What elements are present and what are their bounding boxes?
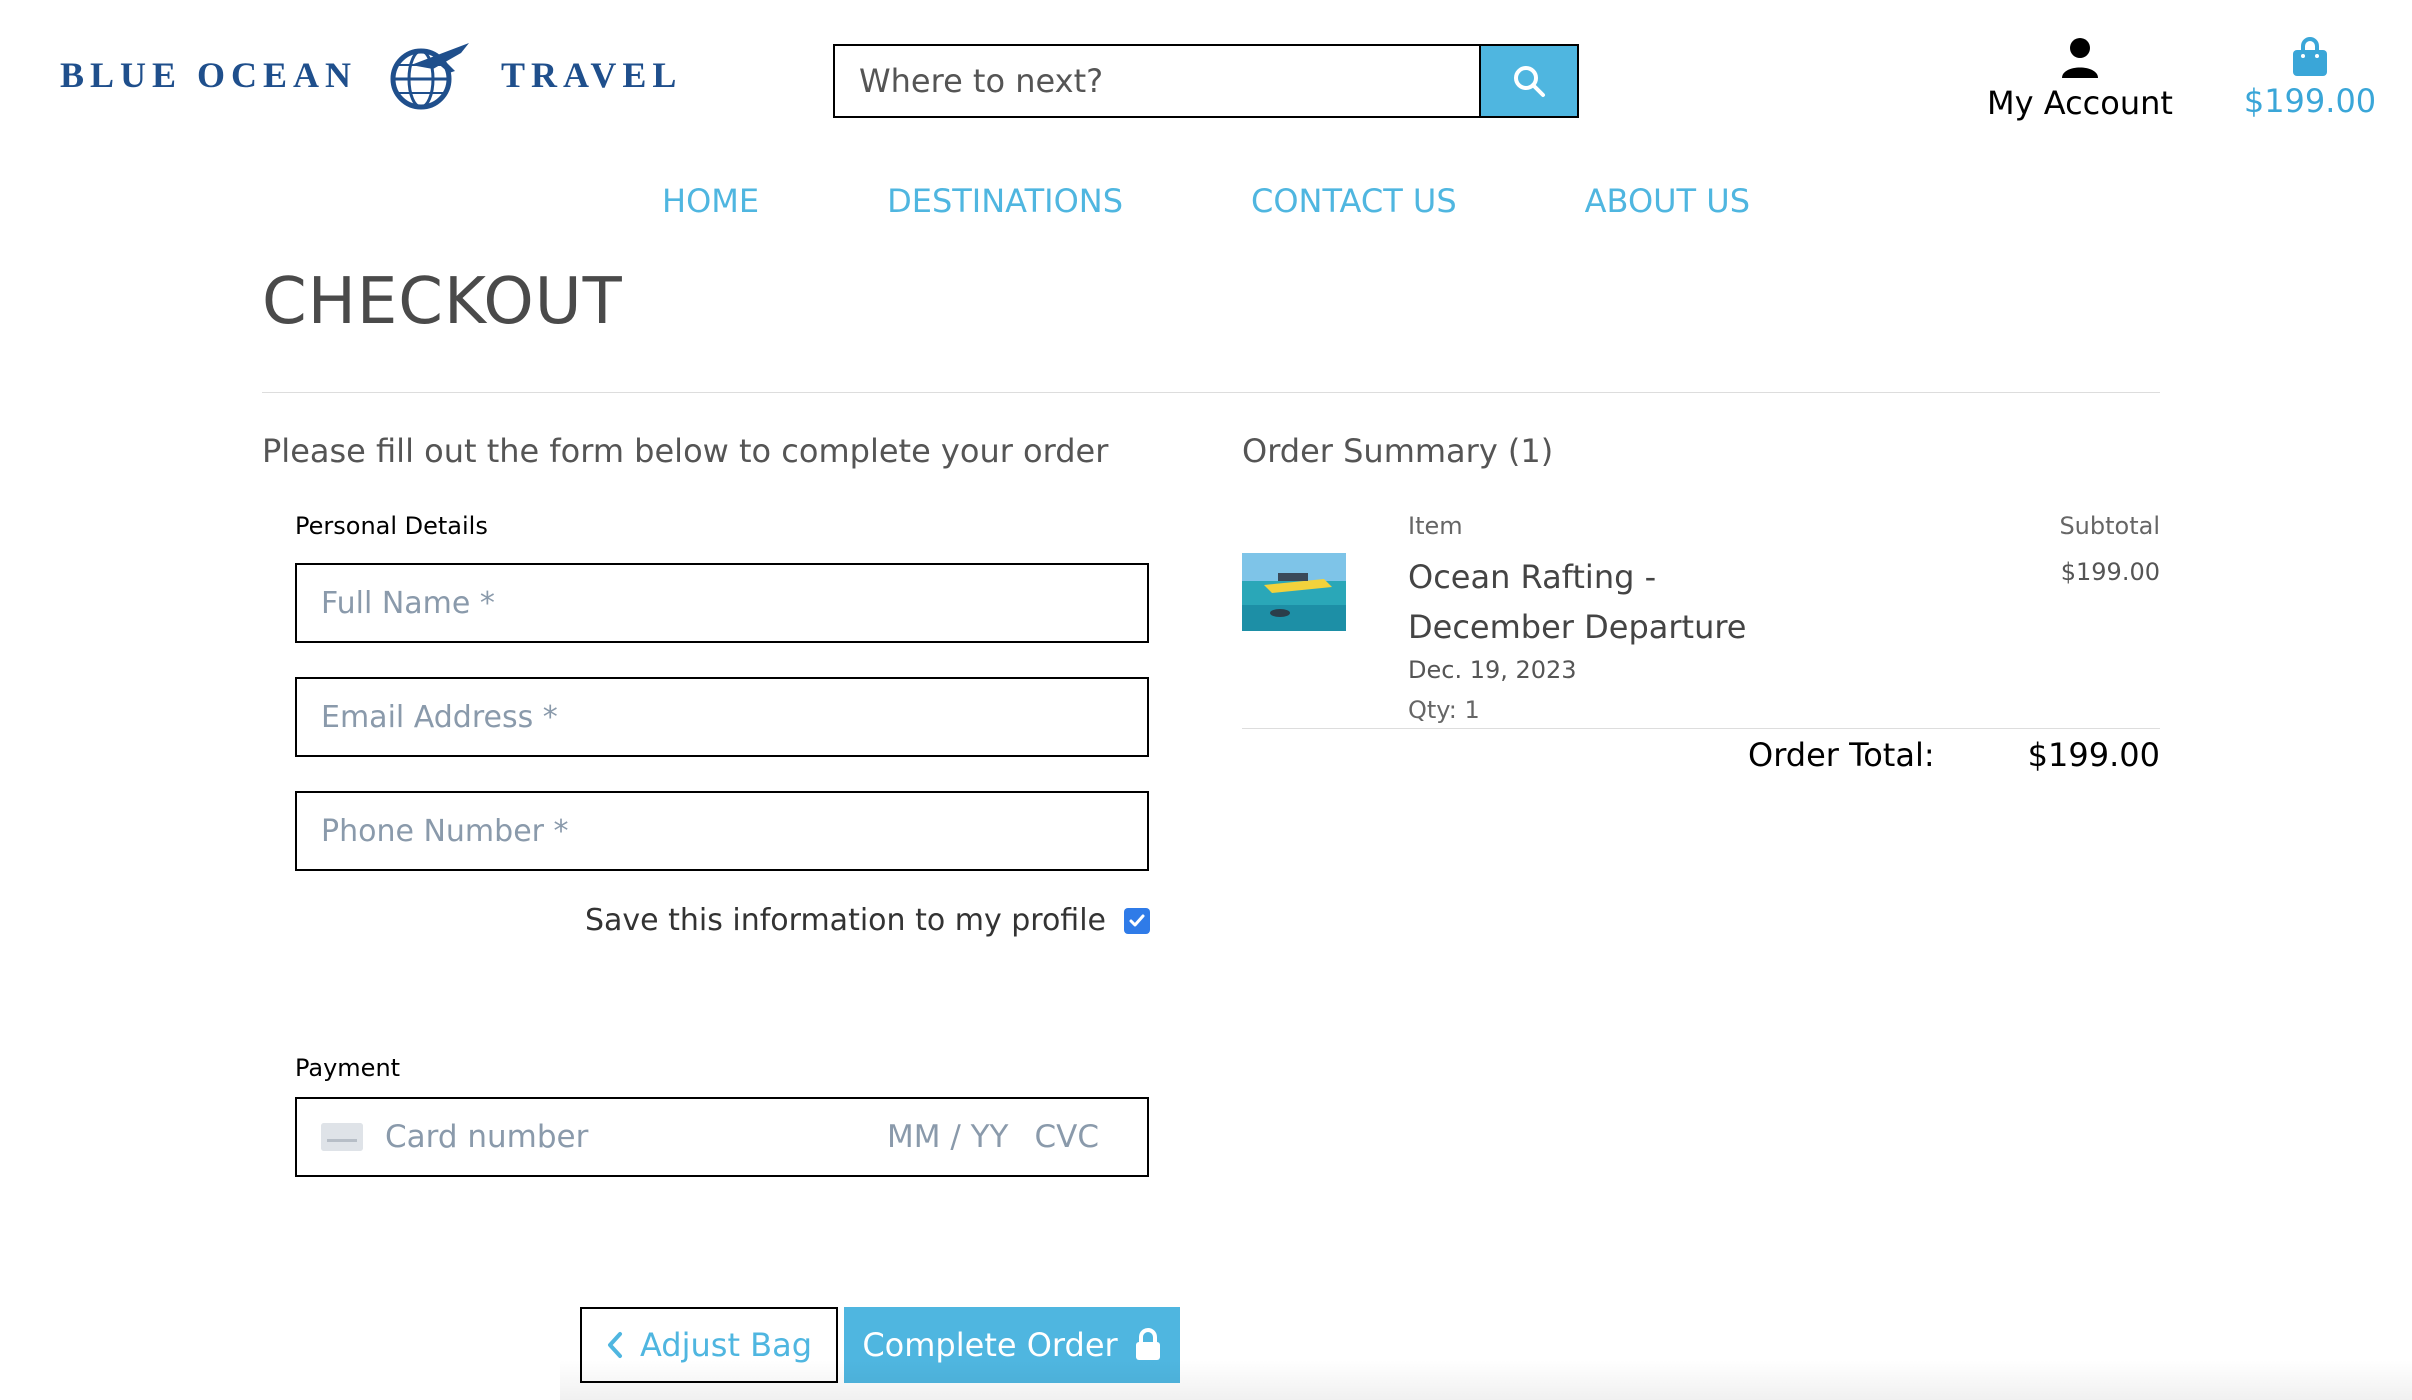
phone-field [295,791,1149,871]
card-cvc-placeholder[interactable]: CVC [1035,1119,1100,1155]
item-quantity: Qty: 1 [1408,696,1480,724]
my-account-link[interactable]: My Account [1980,36,2180,122]
email-input[interactable] [297,679,1147,755]
item-thumbnail [1242,553,1346,631]
bag-total: $199.00 [2243,82,2377,120]
order-total-label: Order Total: [1748,736,1935,774]
item-subtotal: $199.00 [2060,558,2160,586]
save-info-label: Save this information to my profile [584,903,1106,938]
summary-divider [1242,728,2160,729]
save-info-checkbox[interactable] [1124,907,1150,934]
brand-word-left: BLUE OCEAN [60,55,358,95]
item-date: Dec. 19, 2023 [1408,656,1577,684]
nav-destinations[interactable]: DESTINATIONS [887,182,1123,220]
item-name: Ocean Rafting - December Departure [1408,558,1747,646]
complete-order-label: Complete Order [862,1326,1118,1364]
card-input-field[interactable]: Card number MM / YY CVC [295,1097,1149,1177]
page-title: CHECKOUT [262,265,623,339]
footer-shadow [560,1360,2412,1400]
phone-input[interactable] [297,793,1147,869]
account-label: My Account [1987,84,2173,122]
nav-about-us[interactable]: ABOUT US [1585,182,1750,220]
user-icon [2062,38,2098,78]
nav-home[interactable]: HOME [662,182,759,220]
search-button[interactable] [1479,46,1577,116]
main-nav: HOME DESTINATIONS CONTACT US ABOUT US [0,182,2412,220]
shopping-bag-icon [2293,37,2327,76]
item-column-header: Item [1408,512,1463,540]
save-info-row: Save this information to my profile [560,903,1150,938]
title-divider [262,392,2160,393]
full-name-input[interactable] [297,565,1147,641]
globe-airplane-icon [390,43,470,110]
email-field [295,677,1149,757]
full-name-field [295,563,1149,643]
search-icon [1514,66,1545,97]
brand-logo[interactable]: BLUE OCEAN TRAVEL [60,30,682,120]
lock-icon [1135,1328,1160,1360]
card-number-placeholder[interactable]: Card number [385,1119,887,1155]
checkmark-icon [1129,914,1145,926]
brand-word-right: TRAVEL [501,55,683,95]
form-intro: Please fill out the form below to comple… [262,432,1109,470]
personal-details-label: Personal Details [295,512,488,540]
payment-label: Payment [295,1054,401,1082]
nav-contact-us[interactable]: CONTACT US [1251,182,1457,220]
shopping-bag-link[interactable]: $199.00 [2230,36,2390,120]
search-input[interactable] [835,46,1479,116]
order-total-value: $199.00 [2027,736,2160,774]
credit-card-icon [321,1123,363,1151]
chevron-left-icon [607,1332,622,1358]
adjust-bag-label: Adjust Bag [639,1326,813,1364]
subtotal-column-header: Subtotal [2059,512,2160,540]
search-bar [833,44,1579,118]
card-expiry-placeholder[interactable]: MM / YY [887,1119,1009,1155]
order-summary-title: Order Summary (1) [1242,432,1554,470]
